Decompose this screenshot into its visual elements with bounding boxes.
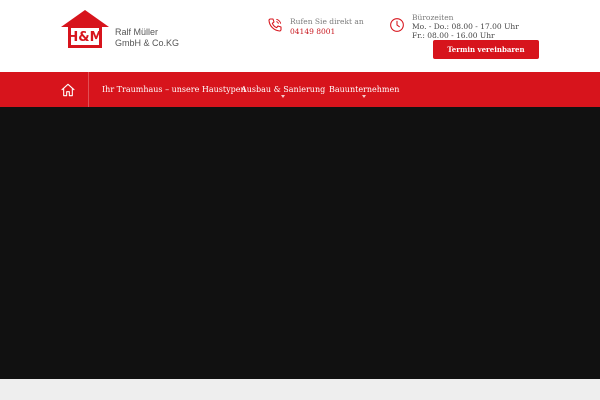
office-hours-friday: Fr.: 08.00 - 16.00 Uhr: [412, 31, 495, 40]
logo-text: H&M: [67, 30, 102, 45]
company-name-line2: GmbH & Co.KG: [115, 38, 180, 48]
company-name-line1: Ralf Müller: [115, 27, 159, 37]
content-area: [0, 379, 600, 400]
nav-item-label: Ihr Traumhaus – unsere Haustypen: [102, 85, 246, 94]
office-hours-label: Bürozeiten: [412, 13, 454, 22]
house-logo-icon[interactable]: H&M: [59, 9, 111, 49]
nav-item-label: Bauunternehmen: [329, 85, 400, 94]
site-header: H&M Ralf Müller GmbH & Co.KG Rufen Sie d…: [0, 0, 600, 72]
phone-icon: [268, 18, 282, 32]
company-name: Ralf Müller GmbH & Co.KG: [115, 27, 179, 49]
hero-banner: [0, 107, 600, 379]
office-hours-weekdays: Mo. - Do.: 08.00 - 17.00 Uhr: [412, 22, 519, 31]
nav-item-ausbau-sanierung[interactable]: Ausbau & Sanierung: [241, 72, 325, 107]
phone-number-link[interactable]: 04149 8001: [290, 27, 335, 36]
clock-icon: [390, 18, 404, 32]
main-navigation: Ihr Traumhaus – unsere Haustypen Ausbau …: [0, 72, 600, 107]
home-icon: [60, 83, 75, 96]
nav-home-button[interactable]: [47, 72, 89, 107]
book-appointment-button[interactable]: Termin vereinbaren: [433, 40, 539, 59]
chevron-down-icon: [281, 95, 286, 98]
chevron-down-icon: [362, 95, 367, 98]
nav-item-bauunternehmen[interactable]: Bauunternehmen: [329, 72, 399, 107]
nav-item-label: Ausbau & Sanierung: [241, 85, 326, 94]
nav-item-haustypen[interactable]: Ihr Traumhaus – unsere Haustypen: [102, 72, 246, 107]
phone-label: Rufen Sie direkt an: [290, 17, 364, 26]
